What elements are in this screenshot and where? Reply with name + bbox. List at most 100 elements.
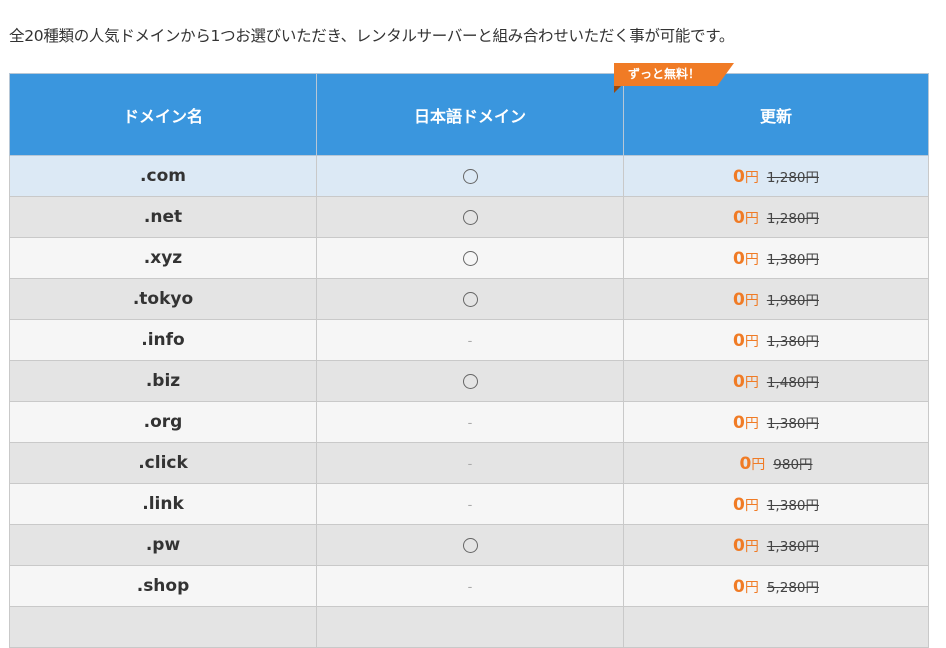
header-domain-name: ドメイン名 [9,73,317,156]
japanese-domain-cell [316,524,624,566]
table-row: .xyz 0円 1,380円 [9,237,929,279]
original-price-strikethrough: 1,380円 [766,333,819,350]
free-price-value: 0 [733,289,745,310]
japanese-domain-cell: - [316,483,624,525]
domain-name-cell: .biz [9,360,317,402]
dash-unsupported-icon: - [467,498,473,513]
header-japanese-domain: 日本語ドメイン [316,73,624,156]
original-price-strikethrough: 1,380円 [766,251,819,268]
renewal-price-cell: 0円 1,480円 [623,360,929,402]
table-row: .net 0円 1,280円 [9,196,929,238]
renewal-price-cell: 0円 1,380円 [623,483,929,525]
dash-unsupported-icon: - [467,580,473,595]
table-row: .biz 0円 1,480円 [9,360,929,402]
free-price-value: 0 [733,535,745,556]
yen-unit: 円 [744,333,759,350]
table-row: .info - 0円 1,380円 [9,319,929,361]
free-price-value: 0 [733,207,745,228]
free-price: 0円 [739,454,765,474]
free-price: 0円 [733,536,759,556]
japanese-domain-cell: - [316,565,624,607]
free-price-value: 0 [733,494,745,515]
yen-unit: 円 [744,497,759,514]
japanese-domain-cell [316,606,624,648]
table-row: .pw 0円 1,380円 [9,524,929,566]
free-price: 0円 [733,577,759,597]
free-price-value: 0 [733,576,745,597]
yen-unit: 円 [744,210,759,227]
yen-unit: 円 [744,292,759,309]
free-price-value: 0 [733,166,745,187]
free-forever-badge: ずっと無料！ [614,63,734,93]
japanese-domain-cell: - [316,442,624,484]
domain-price-table: ドメイン名 日本語ドメイン 更新 .com 0円 1,280円 .net 0円 1,280… [9,73,929,648]
japanese-domain-cell [316,155,624,197]
domain-name-cell: .xyz [9,237,317,279]
circle-supported-icon [462,291,478,307]
japanese-domain-cell [316,278,624,320]
original-price-strikethrough: 1,380円 [766,497,819,514]
circle-supported-icon [462,250,478,266]
free-price: 0円 [733,167,759,187]
japanese-domain-cell [316,360,624,402]
domain-name-cell: .click [9,442,317,484]
renewal-price-cell: 0円 1,280円 [623,196,929,238]
free-price-value: 0 [739,453,752,474]
renewal-price-cell: 0円 980円 [623,442,929,484]
domain-name-cell: .net [9,196,317,238]
renewal-price-cell: 0円 1,980円 [623,278,929,320]
free-price: 0円 [733,249,759,269]
japanese-domain-cell [316,237,624,279]
original-price-strikethrough: 1,380円 [766,415,819,432]
renewal-price-cell: 0円 1,380円 [623,319,929,361]
dash-unsupported-icon: - [467,416,473,431]
circle-supported-icon [462,209,478,225]
dash-unsupported-icon: - [467,334,473,349]
domain-name-cell: .org [9,401,317,443]
circle-supported-icon [462,373,478,389]
yen-unit: 円 [744,251,759,268]
original-price-strikethrough: 980円 [773,456,813,473]
original-price-strikethrough: 1,280円 [766,169,819,186]
renewal-price-cell: 0円 1,280円 [623,155,929,197]
badge-label: ずっと無料！ [627,67,700,81]
free-price: 0円 [733,290,759,310]
domain-name-cell: .shop [9,565,317,607]
table-body: .com 0円 1,280円 .net 0円 1,280円 .xyz 0円 1,380円 .tok… [9,155,929,648]
original-price-strikethrough: 1,380円 [766,538,819,555]
japanese-domain-cell: - [316,401,624,443]
free-price-value: 0 [733,371,745,392]
yen-unit: 円 [751,456,766,473]
free-price: 0円 [733,372,759,392]
renewal-price-cell: 0円 1,380円 [623,524,929,566]
table-row: .tokyo 0円 1,980円 [9,278,929,320]
original-price-strikethrough: 1,980円 [766,292,819,309]
original-price-strikethrough: 5,280円 [766,579,819,596]
original-price-strikethrough: 1,480円 [766,374,819,391]
original-price-strikethrough: 1,280円 [766,210,819,227]
table-row [9,606,929,648]
yen-unit: 円 [744,538,759,555]
renewal-price-cell [623,606,929,648]
circle-supported-icon [462,168,478,184]
domain-name-cell: .pw [9,524,317,566]
domain-table-container: ドメイン名 日本語ドメイン 更新 .com 0円 1,280円 .net 0円 1,280… [9,73,929,648]
free-price-value: 0 [733,412,745,433]
domain-name-cell: .tokyo [9,278,317,320]
free-price-value: 0 [733,330,745,351]
table-row: .click - 0円 980円 [9,442,929,484]
domain-name-cell: .info [9,319,317,361]
renewal-price-cell: 0円 5,280円 [623,565,929,607]
badge-fold [614,86,621,93]
yen-unit: 円 [744,415,759,432]
table-row: .org - 0円 1,380円 [9,401,929,443]
yen-unit: 円 [744,374,759,391]
table-header-row: ドメイン名 日本語ドメイン 更新 [9,73,929,156]
free-price: 0円 [733,413,759,433]
free-price: 0円 [733,331,759,351]
table-row: .link - 0円 1,380円 [9,483,929,525]
intro-text: 全20種類の人気ドメインから1つお選びいただき、レンタルサーバーと組み合わせいた… [9,26,735,45]
domain-name-cell [9,606,317,648]
renewal-price-cell: 0円 1,380円 [623,237,929,279]
free-price: 0円 [733,208,759,228]
